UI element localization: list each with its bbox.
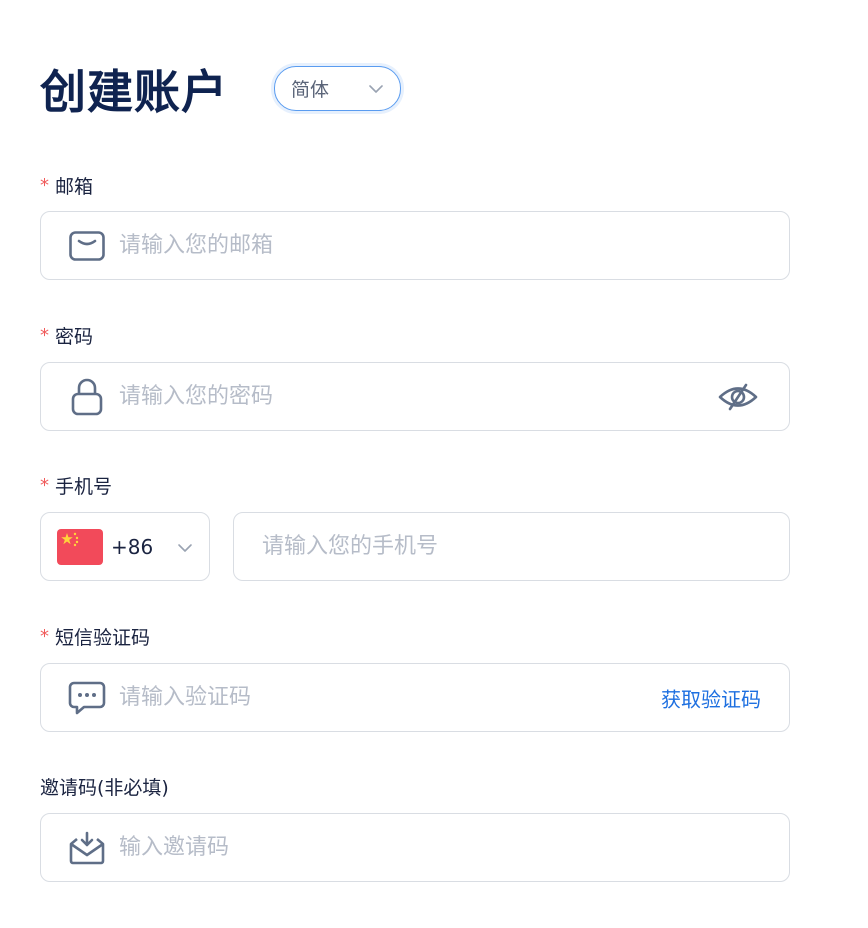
phone-field-box[interactable]	[233, 512, 790, 581]
mail-icon	[68, 227, 106, 265]
inbox-download-icon	[68, 829, 106, 867]
required-mark: *	[40, 475, 49, 496]
required-mark: *	[40, 626, 49, 647]
invite-label: 邀请码(非必填)	[40, 773, 169, 800]
email-field-box[interactable]	[40, 211, 790, 280]
country-code-select[interactable]: +86	[40, 512, 210, 581]
sms-field-box[interactable]: 获取验证码	[40, 663, 790, 732]
country-code-value: +86	[111, 535, 154, 559]
required-mark: *	[40, 325, 49, 346]
password-input[interactable]	[119, 363, 679, 430]
chat-bubble-icon	[68, 679, 106, 717]
sms-code-input[interactable]	[119, 664, 599, 731]
email-input[interactable]	[119, 212, 679, 279]
chevron-down-icon	[177, 540, 193, 560]
signup-page: 创建账户 简体 * 邮箱 * 密码	[0, 0, 868, 928]
required-mark: *	[40, 175, 49, 196]
china-flag-icon	[57, 529, 103, 565]
header: 创建账户	[40, 64, 228, 120]
password-field-box[interactable]	[40, 362, 790, 431]
sms-label: * 短信验证码	[40, 623, 150, 650]
phone-input[interactable]	[262, 513, 762, 580]
invite-code-input[interactable]	[119, 814, 679, 881]
eye-off-icon[interactable]	[717, 382, 759, 412]
chevron-down-icon	[368, 81, 384, 101]
phone-label-text: 手机号	[55, 476, 113, 498]
sms-label-text: 短信验证码	[55, 627, 151, 649]
get-code-button[interactable]: 获取验证码	[661, 683, 761, 712]
invite-field-box[interactable]	[40, 813, 790, 882]
language-select[interactable]: 简体	[274, 66, 401, 111]
email-label: * 邮箱	[40, 172, 93, 199]
invite-label-text: 邀请码(非必填)	[40, 777, 169, 799]
email-label-text: 邮箱	[55, 176, 94, 198]
phone-label: * 手机号	[40, 472, 112, 499]
language-value: 简体	[291, 79, 330, 101]
page-title: 创建账户	[40, 65, 228, 119]
password-label: * 密码	[40, 322, 93, 349]
lock-icon	[68, 378, 106, 416]
password-label-text: 密码	[55, 326, 94, 348]
